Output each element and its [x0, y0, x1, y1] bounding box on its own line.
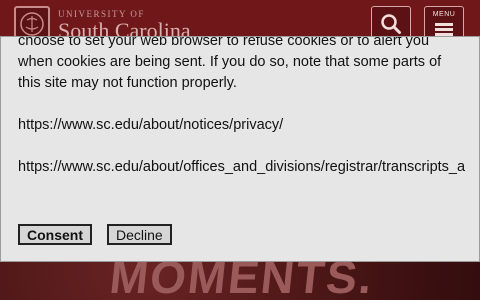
decline-button[interactable]: Decline	[107, 224, 172, 245]
cookie-dialog-actions: Consent Decline	[18, 224, 172, 245]
hamburger-icon	[435, 21, 453, 38]
consent-button[interactable]: Consent	[18, 224, 92, 245]
search-icon	[381, 14, 401, 34]
cookie-consent-dialog: choose to set your web browser to refuse…	[0, 36, 480, 262]
menu-label: MENU	[432, 10, 456, 18]
cookie-dialog-content: choose to set your web browser to refuse…	[18, 36, 479, 178]
privacy-link[interactable]: https://www.sc.edu/about/notices/privacy…	[18, 115, 479, 136]
cookie-policy-paragraph: choose to set your web browser to refuse…	[18, 36, 442, 91]
registrar-transcripts-link[interactable]: https://www.sc.edu/about/offices_and_div…	[18, 157, 479, 178]
